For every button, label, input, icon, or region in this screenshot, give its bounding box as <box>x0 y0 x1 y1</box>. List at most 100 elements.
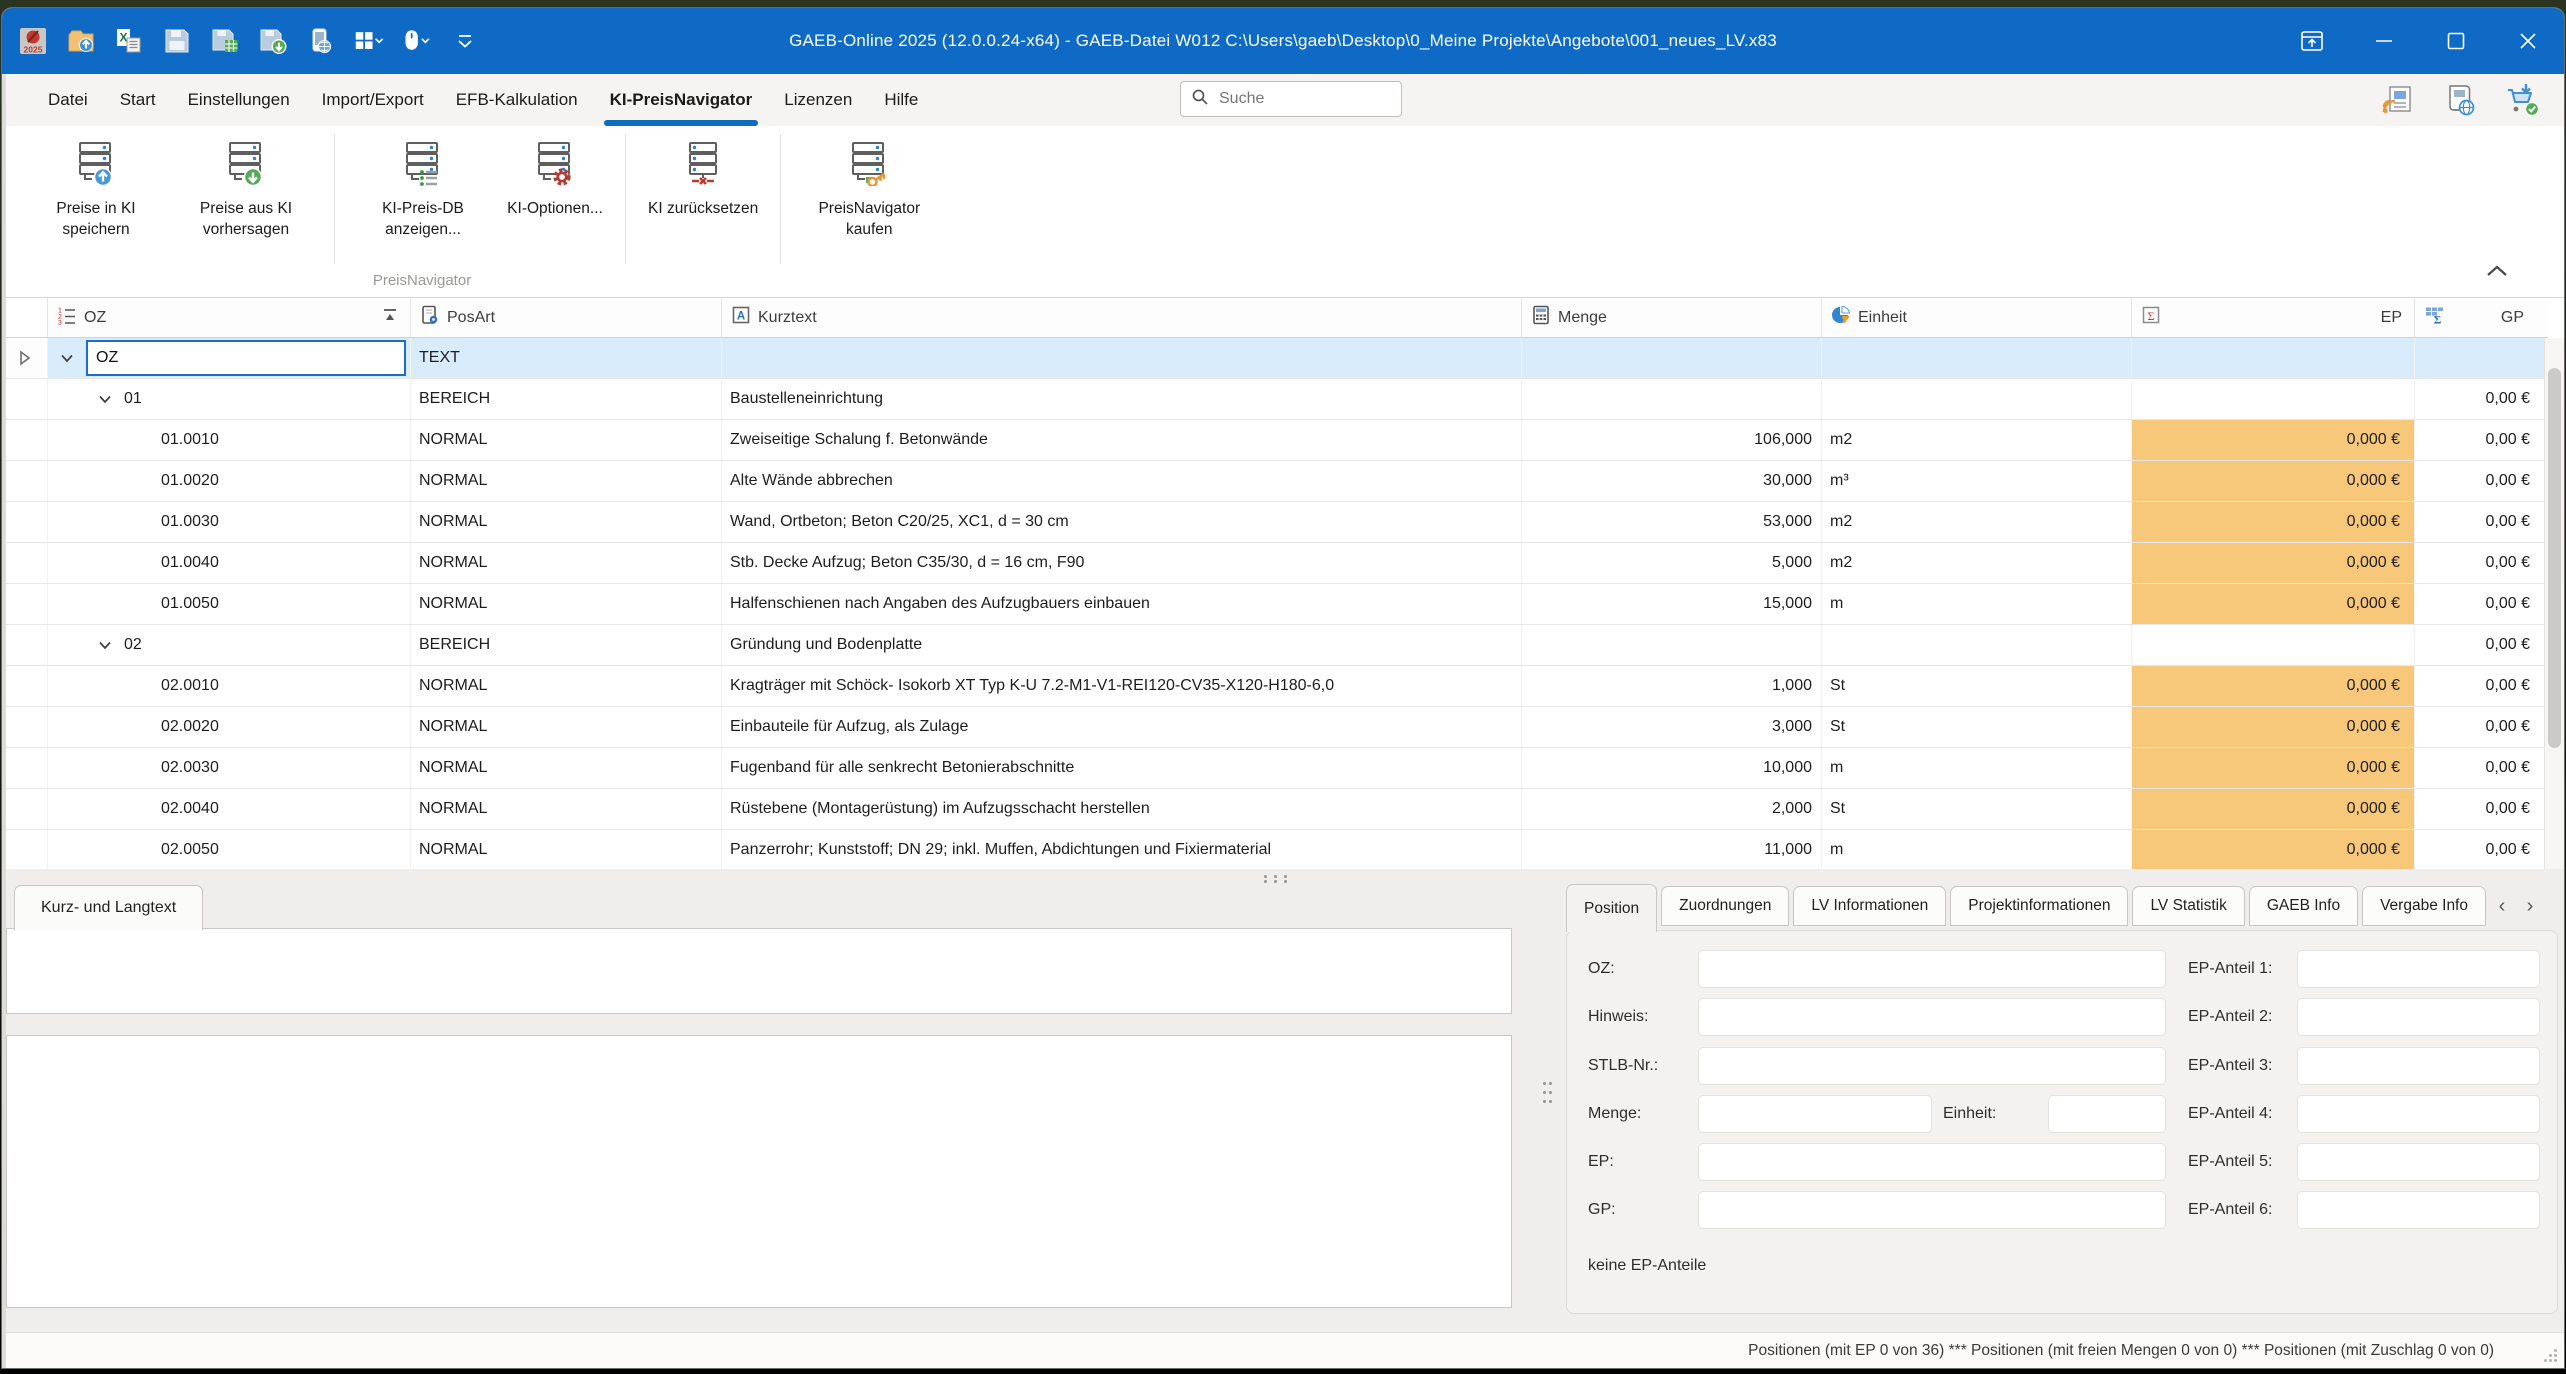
resize-grip[interactable] <box>2544 1349 2558 1363</box>
ep-anteil-2-input[interactable] <box>2297 998 2540 1036</box>
grid-row-01-0030[interactable]: 01.0030NORMALWand, Ortbeton; Beton C20/2… <box>2 502 2548 543</box>
scrollbar-thumb[interactable] <box>2548 368 2561 748</box>
maximize-button[interactable] <box>2420 8 2492 74</box>
collapse-ribbon-icon[interactable] <box>2482 259 2512 283</box>
grid-row-01-0040[interactable]: 01.0040NORMALStb. Decke Aufzug; Beton C3… <box>2 543 2548 584</box>
save-calc-icon[interactable] <box>210 26 240 56</box>
grid-menu-icon[interactable] <box>354 26 384 56</box>
ribbon-button-preisnavigator-kaufen[interactable]: PreisNavigator kaufen <box>797 132 941 266</box>
ep-anteil-3-input[interactable] <box>2297 1047 2540 1085</box>
ep-anteil-6-input[interactable] <box>2297 1191 2540 1229</box>
ribbon-button-preise-in-ki-speichern[interactable]: Preise in KI speichern <box>24 132 168 266</box>
splitter-handle[interactable] <box>1264 875 1290 882</box>
grid-row-02-0030[interactable]: 02.0030NORMALFugenband für alle senkrech… <box>2 748 2548 789</box>
kurztext-textarea[interactable] <box>6 928 1512 1014</box>
app-logo-icon[interactable]: 2025 <box>18 26 48 56</box>
ribbon-tab-import-export[interactable]: Import/Export <box>306 74 440 126</box>
menge-input[interactable] <box>1698 1095 1932 1133</box>
cell-menge: 2,000 <box>1522 789 1822 829</box>
open-file-icon[interactable] <box>66 26 96 56</box>
ep-anteil-1-input[interactable] <box>2297 950 2540 988</box>
save-icon[interactable] <box>162 26 192 56</box>
ribbon-tab-lizenzen[interactable]: Lizenzen <box>768 74 868 126</box>
grid-row-01-0050[interactable]: 01.0050NORMALHalfenschienen nach Angaben… <box>2 584 2548 625</box>
mobile-view-icon[interactable] <box>306 26 336 56</box>
tab-lv-statistik[interactable]: LV Statistik <box>2132 886 2244 926</box>
grid-row-oz[interactable]: OZTEXT <box>2 338 2548 379</box>
column-header-gp[interactable]: Σ GP <box>2415 298 2548 337</box>
column-header-menge[interactable]: Menge <box>1522 298 1822 337</box>
tab-position[interactable]: Position <box>1566 884 1657 932</box>
ribbon-tab-hilfe[interactable]: Hilfe <box>868 74 934 126</box>
tab-lv-informationen[interactable]: LV Informationen <box>1793 886 1946 926</box>
excel-import-icon[interactable]: X <box>114 26 144 56</box>
grid-row-02-0020[interactable]: 02.0020NORMALEinbauteile für Aufzug, als… <box>2 707 2548 748</box>
tab-vergabe-info[interactable]: Vergabe Info <box>2362 886 2486 926</box>
sort-indicator-icon[interactable] <box>380 305 400 330</box>
row-indicator <box>2 543 48 583</box>
ep-input[interactable] <box>1698 1143 2166 1181</box>
ribbon-tab-start[interactable]: Start <box>104 74 172 126</box>
grid-row-01[interactable]: 01BEREICHBaustelleneinrichtung0,00 € <box>2 379 2548 420</box>
close-button[interactable] <box>2492 8 2564 74</box>
save-export-icon[interactable] <box>258 26 288 56</box>
ep-anteil-4-input[interactable] <box>2297 1095 2540 1133</box>
buy-icon[interactable] <box>2504 82 2540 118</box>
einheit-input[interactable] <box>2048 1095 2166 1133</box>
field-label: STLB-Nr.: <box>1588 1047 1658 1085</box>
oz-edit-input[interactable]: OZ <box>86 340 406 376</box>
toolbar-more-icon[interactable] <box>450 26 480 56</box>
grid-row-01-0010[interactable]: 01.0010NORMALZweiseitige Schalung f. Bet… <box>2 420 2548 461</box>
ribbon-button-ki-optionen[interactable]: KI-Optionen... <box>501 132 609 266</box>
grid-row-01-0020[interactable]: 01.0020NORMALAlte Wände abbrechen30,000m… <box>2 461 2548 502</box>
column-header-posart[interactable]: PosArt <box>411 298 722 337</box>
cell-oz: 01.0050 <box>48 584 411 624</box>
chevron-down-icon[interactable] <box>54 350 80 366</box>
column-header-ep[interactable]: Σ EP <box>2132 298 2415 337</box>
minimize-button[interactable] <box>2348 8 2420 74</box>
cell-oz: 01.0030 <box>48 502 411 542</box>
mouse-settings-icon[interactable] <box>402 26 432 56</box>
grid-row-02[interactable]: 02BEREICHGründung und Bodenplatte0,00 € <box>2 625 2548 666</box>
column-header-kurztext[interactable]: A Kurztext <box>722 298 1522 337</box>
tab-scroll-right-icon[interactable]: › <box>2518 886 2542 926</box>
stlb-nr-input[interactable] <box>1698 1047 2166 1085</box>
cell-menge <box>1522 379 1822 419</box>
ribbon-button-preise-aus-ki-vorhersagen[interactable]: Preise aus KI vorhersagen <box>174 132 318 266</box>
ribbon-tab-ki-preisnavigator[interactable]: KI-PreisNavigator <box>594 74 769 126</box>
column-header-oz[interactable]: 123 OZ <box>48 298 411 337</box>
ribbon-display-options-icon[interactable] <box>2276 8 2348 74</box>
ribbon-button-ki-zurücksetzen[interactable]: KI zurücksetzen <box>642 132 764 266</box>
chevron-down-icon[interactable] <box>92 637 118 653</box>
cell-ep: 0,000 € <box>2132 420 2415 460</box>
cell-kurztext: Kragträger mit Schöck- Isokorb XT Typ K-… <box>722 666 1522 706</box>
tab-kurz-und-langtext[interactable]: Kurz- und Langtext <box>14 885 203 930</box>
tab-zuordnungen[interactable]: Zuordnungen <box>1661 886 1789 926</box>
grid-row-02-0040[interactable]: 02.0040NORMALRüstebene (Montagerüstung) … <box>2 789 2548 830</box>
grid-row-02-0050[interactable]: 02.0050NORMALPanzerrohr; Kunststoff; DN … <box>2 830 2548 869</box>
ribbon-button-ki-preis-db-anzeigen[interactable]: KI-Preis-DB anzeigen... <box>351 132 495 266</box>
ribbon-tab-datei[interactable]: Datei <box>32 74 104 126</box>
tab-projektinformationen[interactable]: Projektinformationen <box>1950 886 2128 926</box>
ribbon-tab-einstellungen[interactable]: Einstellungen <box>172 74 306 126</box>
news-icon[interactable] <box>2380 82 2416 118</box>
langtext-textarea[interactable] <box>6 1035 1512 1308</box>
gp-input[interactable] <box>1698 1191 2166 1229</box>
vertical-splitter-handle[interactable] <box>1543 1082 1552 1110</box>
tab-scroll-left-icon[interactable]: ‹ <box>2490 886 2514 926</box>
tab-gaeb-info[interactable]: GAEB Info <box>2249 886 2358 926</box>
search-input[interactable] <box>1217 89 1371 109</box>
grid-row-02-0010[interactable]: 02.0010NORMALKragträger mit Schöck- Isok… <box>2 666 2548 707</box>
ep-anteil-5-input[interactable] <box>2297 1143 2540 1181</box>
chevron-down-icon[interactable] <box>92 391 118 407</box>
window-controls <box>2276 8 2564 74</box>
ribbon-button-label: Preise in KI speichern <box>30 199 162 241</box>
column-header-einheit[interactable]: Einheit <box>1822 298 2132 337</box>
cell-gp: 0,00 € <box>2415 707 2548 747</box>
hinweis-input[interactable] <box>1698 998 2166 1036</box>
oz-input[interactable] <box>1698 950 2166 988</box>
search-box[interactable] <box>1180 81 1402 117</box>
vertical-scrollbar[interactable] <box>2544 338 2564 869</box>
manual-icon[interactable] <box>2442 82 2478 118</box>
ribbon-tab-efb-kalkulation[interactable]: EFB-Kalkulation <box>440 74 594 126</box>
